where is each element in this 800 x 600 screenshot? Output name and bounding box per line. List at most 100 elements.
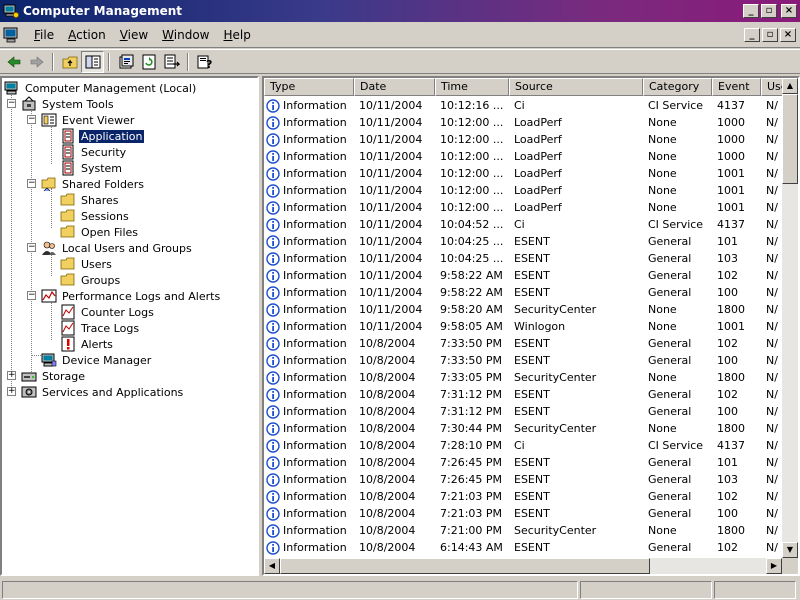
vertical-scrollbar[interactable]: ▲ ▼: [782, 78, 798, 558]
column-header-date[interactable]: Date: [354, 78, 435, 96]
column-header-source[interactable]: Source: [509, 78, 643, 96]
tree-item-local-users-groups[interactable]: Local Users and Groups: [41, 240, 194, 256]
table-row[interactable]: Information 10/11/2004 9:58:20 AM SecurityC…: [264, 301, 778, 318]
collapse-performance-logs[interactable]: −: [27, 291, 36, 300]
scroll-down-button[interactable]: ▼: [782, 542, 798, 558]
table-row[interactable]: Information 10/11/2004 10:12:16 ... Ci CI Se…: [264, 97, 778, 114]
horizontal-scrollbar[interactable]: ◀ ▶: [264, 558, 782, 574]
tree-item-device-manager[interactable]: Device Manager: [41, 352, 153, 368]
scroll-right-button[interactable]: ▶: [766, 558, 782, 574]
menu-action[interactable]: Action: [61, 28, 113, 42]
console-window-icon[interactable]: [3, 26, 21, 44]
back-button[interactable]: [2, 51, 25, 73]
tree-item-users[interactable]: Users: [60, 256, 114, 272]
collapse-event-viewer[interactable]: −: [27, 115, 36, 124]
tree-item-security[interactable]: Security: [60, 144, 128, 160]
menu-view[interactable]: View: [113, 28, 155, 42]
tree-item-services-applications[interactable]: Services and Applications: [21, 384, 185, 400]
up-one-level-button[interactable]: [58, 51, 81, 73]
vertical-scroll-thumb[interactable]: [782, 94, 798, 184]
table-row[interactable]: Information 10/8/2004 7:28:10 PM Ci CI Servi…: [264, 437, 778, 454]
cell-category: CI Service: [648, 99, 704, 112]
child-close-button[interactable]: ×: [780, 28, 796, 42]
scroll-up-button[interactable]: ▲: [782, 78, 798, 94]
table-row[interactable]: Information 10/8/2004 7:33:50 PM ESENT Gener…: [264, 335, 778, 352]
properties-button[interactable]: [114, 51, 137, 73]
console-tree[interactable]: Computer Management (Local) − System Too…: [0, 76, 259, 576]
table-row[interactable]: Information 10/11/2004 9:58:22 AM ESENT Gene…: [264, 267, 778, 284]
collapse-system-tools[interactable]: −: [7, 99, 16, 108]
cell-time: 10:04:25 ...: [440, 252, 504, 265]
tree-item-system-tools[interactable]: System Tools: [21, 96, 116, 112]
table-row[interactable]: Information 10/8/2004 7:21:03 PM ESENT Gener…: [264, 505, 778, 522]
table-row[interactable]: Information 10/11/2004 9:58:22 AM ESENT Gene…: [264, 284, 778, 301]
column-header-user[interactable]: Use: [761, 78, 784, 96]
menu-help[interactable]: Help: [217, 28, 258, 42]
table-row[interactable]: Information 10/8/2004 7:26:45 PM ESENT Gener…: [264, 471, 778, 488]
table-row[interactable]: Information 10/8/2004 7:31:12 PM ESENT Gener…: [264, 403, 778, 420]
table-row[interactable]: Information 10/11/2004 10:12:00 ... LoadPer…: [264, 114, 778, 131]
table-row[interactable]: Information 10/11/2004 10:04:25 ... ESENT Ge…: [264, 233, 778, 250]
tree-item-groups[interactable]: Groups: [60, 272, 122, 288]
restore-button[interactable]: ▫: [761, 4, 777, 18]
tree-item-shares[interactable]: Shares: [60, 192, 120, 208]
table-row[interactable]: Information 10/11/2004 10:12:00 ... LoadPer…: [264, 199, 778, 216]
tree-item-open-files[interactable]: Open Files: [60, 224, 140, 240]
table-row[interactable]: Information 10/11/2004 10:04:52 ... Ci CI Se…: [264, 216, 778, 233]
table-row[interactable]: Information 10/11/2004 10:12:00 ... LoadPer…: [264, 182, 778, 199]
scroll-left-button[interactable]: ◀: [264, 558, 280, 574]
tree-item-computer-management[interactable]: Computer Management (Local): [4, 80, 198, 96]
table-row[interactable]: Information 10/11/2004 9:58:05 AM Winlogon N…: [264, 318, 778, 335]
table-row[interactable]: Information 10/11/2004 10:04:25 ... ESENT Ge…: [264, 250, 778, 267]
child-minimize-button[interactable]: _: [744, 28, 760, 42]
tree-item-alerts[interactable]: Alerts: [60, 336, 115, 352]
tree-connector: [11, 92, 12, 392]
table-row[interactable]: Information 10/11/2004 10:12:00 ... LoadPer…: [264, 148, 778, 165]
column-header-event[interactable]: Event: [712, 78, 761, 96]
export-list-button[interactable]: [160, 51, 183, 73]
table-row[interactable]: Information 10/8/2004 7:30:44 PM SecurityCe…: [264, 420, 778, 437]
table-row[interactable]: Information 10/8/2004 7:26:45 PM ESENT Gener…: [264, 454, 778, 471]
table-row[interactable]: Information 10/8/2004 6:14:43 AM ESENT Gener…: [264, 539, 778, 556]
close-button[interactable]: ×: [781, 4, 797, 18]
column-header-type[interactable]: Type: [264, 78, 354, 96]
horizontal-scroll-thumb[interactable]: [280, 558, 650, 574]
cell-date: 10/8/2004: [359, 473, 416, 486]
tree-item-storage[interactable]: Storage: [21, 368, 87, 384]
help-button[interactable]: ?: [193, 51, 216, 73]
collapse-local-users-groups[interactable]: −: [27, 243, 36, 252]
collapse-shared-folders[interactable]: −: [27, 179, 36, 188]
table-row[interactable]: Information 10/8/2004 7:33:50 PM ESENT Gener…: [264, 352, 778, 369]
table-row[interactable]: Information 10/8/2004 7:21:00 PM SecurityCe…: [264, 522, 778, 539]
column-header-category[interactable]: Category: [643, 78, 712, 96]
tree-item-sessions[interactable]: Sessions: [60, 208, 131, 224]
tree-item-application[interactable]: Application: [60, 128, 146, 144]
show-hide-console-tree-button[interactable]: [81, 50, 104, 73]
cell-date: 10/11/2004: [359, 235, 423, 248]
child-restore-button[interactable]: ▫: [762, 28, 778, 42]
table-row[interactable]: Information 10/11/2004 10:12:00 ... LoadPer…: [264, 165, 778, 182]
cell-user: N/A: [766, 541, 778, 554]
cell-category: General: [648, 337, 692, 350]
tree-item-shared-folders[interactable]: Shared Folders: [41, 176, 146, 192]
tree-item-performance-logs[interactable]: Performance Logs and Alerts: [41, 288, 222, 304]
menu-window[interactable]: Window: [155, 28, 216, 42]
storage-icon: [21, 372, 37, 382]
title-bar[interactable]: Computer Management _ ▫ ×: [0, 0, 800, 22]
tree-item-counter-logs[interactable]: Counter Logs: [60, 304, 156, 320]
column-header-time[interactable]: Time: [435, 78, 509, 96]
tree-item-trace-logs[interactable]: Trace Logs: [60, 320, 141, 336]
table-row[interactable]: Information 10/8/2004 7:21:03 PM ESENT Gener…: [264, 488, 778, 505]
forward-button[interactable]: [25, 51, 48, 73]
table-row[interactable]: Information 10/11/2004 10:12:00 ... LoadPer…: [264, 131, 778, 148]
menu-file[interactable]: File: [27, 28, 61, 42]
expand-services-applications[interactable]: +: [7, 387, 16, 396]
tree-item-event-viewer[interactable]: Event Viewer: [41, 112, 136, 128]
expand-storage[interactable]: +: [7, 371, 16, 380]
tree-item-system[interactable]: System: [60, 160, 124, 176]
table-row[interactable]: Information 10/8/2004 7:31:12 PM ESENT Gener…: [264, 386, 778, 403]
event-list[interactable]: Type Date Time Source Category Event Use…: [262, 76, 800, 576]
table-row[interactable]: Information 10/8/2004 7:33:05 PM SecurityCe…: [264, 369, 778, 386]
minimize-button[interactable]: _: [743, 4, 759, 18]
refresh-button[interactable]: [137, 51, 160, 73]
